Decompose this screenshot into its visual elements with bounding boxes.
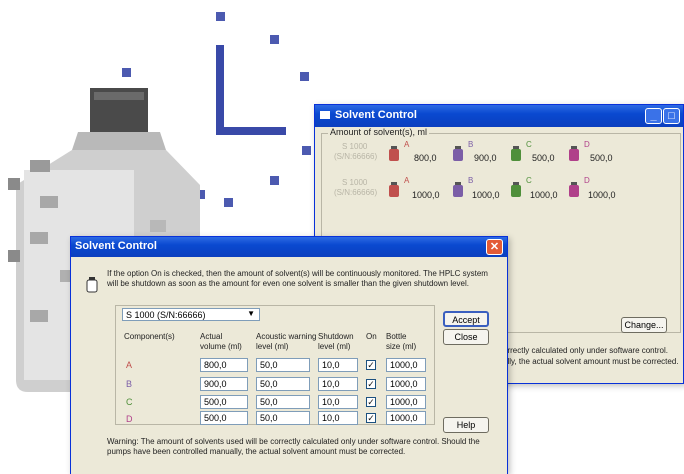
shutdown-level-a-field[interactable]: 10,0 xyxy=(318,358,358,372)
bottle-b-icon xyxy=(452,182,464,197)
amount-d: 500,0 xyxy=(590,153,613,163)
amount-d: 1000,0 xyxy=(588,190,616,200)
bottle-size-b-field[interactable]: 1000,0 xyxy=(386,377,426,391)
warning-level-b-field[interactable]: 50,0 xyxy=(256,377,310,391)
title-bar: Solvent Control ✕ xyxy=(71,237,507,257)
bottle-a-icon xyxy=(388,146,400,161)
maximize-button[interactable]: □ xyxy=(663,108,680,124)
window-icon xyxy=(320,111,330,119)
warning-level-d-field[interactable]: 50,0 xyxy=(256,411,310,425)
header-bottle-1: Bottle xyxy=(386,332,407,341)
bottle-icon xyxy=(85,277,99,298)
group-label: Amount of solvent(s), ml xyxy=(328,127,430,137)
component-letter-c: C xyxy=(126,397,133,407)
bottle-a-icon xyxy=(388,182,400,197)
header-actual-2: volume (ml) xyxy=(200,342,242,351)
bottle-c-icon xyxy=(510,146,522,161)
warning-level-c-field[interactable]: 50,0 xyxy=(256,395,310,409)
accept-button[interactable]: Accept xyxy=(443,311,489,327)
bottle-d-icon xyxy=(568,182,580,197)
header-on: On xyxy=(366,332,377,341)
actual-volume-c-field[interactable]: 500,0 xyxy=(200,395,248,409)
on-checkbox-d[interactable]: ✓ xyxy=(366,413,376,423)
header-warning-2: level (ml) xyxy=(256,342,289,351)
letter-b: B xyxy=(468,140,474,149)
minimize-button[interactable]: _ xyxy=(645,108,662,124)
window-title: Solvent Control xyxy=(75,240,157,252)
warning-text-line-2: pumps have been controlled manually, the… xyxy=(107,447,406,456)
amount-c: 500,0 xyxy=(532,153,555,163)
amount-a: 800,0 xyxy=(414,153,437,163)
device-name: S 1000 xyxy=(342,178,368,187)
header-warning-1: Acoustic warning xyxy=(256,332,317,341)
header-shutdown-2: level (ml) xyxy=(318,342,351,351)
component-letter-a: A xyxy=(126,360,133,370)
window-title: Solvent Control xyxy=(335,109,417,121)
on-checkbox-b[interactable]: ✓ xyxy=(366,379,376,389)
close-button[interactable]: ✕ xyxy=(486,239,503,255)
change-button[interactable]: Change... xyxy=(621,317,667,333)
letter-a: A xyxy=(404,140,410,149)
actual-volume-a-field[interactable]: 800,0 xyxy=(200,358,248,372)
header-component: Component(s) xyxy=(124,332,175,341)
warning-text-line-1: Warning: The amount of solvents used wil… xyxy=(107,437,480,446)
bottle-size-a-field[interactable]: 1000,0 xyxy=(386,358,426,372)
warning-fragment-1: orrectly calculated only under software … xyxy=(503,346,668,355)
actual-volume-b-field[interactable]: 900,0 xyxy=(200,377,248,391)
component-letter-d: D xyxy=(126,414,133,424)
info-text-line-1: If the option On is checked, then the am… xyxy=(107,269,488,278)
solvent-control-window-front: Solvent Control ✕ If the option On is ch… xyxy=(70,236,508,474)
warning-level-a-field[interactable]: 50,0 xyxy=(256,358,310,372)
device-select-value: S 1000 (S/N:66666) xyxy=(126,310,206,320)
header-actual-1: Actual xyxy=(200,332,223,341)
shutdown-level-d-field[interactable]: 10,0 xyxy=(318,411,358,425)
letter-c: C xyxy=(526,176,532,185)
warning-fragment-2: ally, the actual solvent amount must be … xyxy=(503,357,679,366)
chevron-down-icon: ▼ xyxy=(247,309,255,318)
device-name: S 1000 xyxy=(342,142,368,151)
component-letter-b: B xyxy=(126,379,133,389)
actual-volume-d-field[interactable]: 500,0 xyxy=(200,411,248,425)
letter-a: A xyxy=(404,176,410,185)
amount-c: 1000,0 xyxy=(530,190,558,200)
header-shutdown-1: Shutdown xyxy=(318,332,354,341)
letter-c: C xyxy=(526,140,532,149)
amount-b: 900,0 xyxy=(474,153,497,163)
close-dialog-button[interactable]: Close xyxy=(443,329,489,345)
components-group: S 1000 (S/N:66666) ▼ Component(s) Actual… xyxy=(115,305,435,425)
bottle-size-c-field[interactable]: 1000,0 xyxy=(386,395,426,409)
bottle-c-icon xyxy=(510,182,522,197)
on-checkbox-c[interactable]: ✓ xyxy=(366,397,376,407)
on-checkbox-a[interactable]: ✓ xyxy=(366,360,376,370)
amount-a: 1000,0 xyxy=(412,190,440,200)
bottle-d-icon xyxy=(568,146,580,161)
device-serial: (S/N:66666) xyxy=(334,152,378,161)
device-serial: (S/N:66666) xyxy=(334,188,378,197)
help-button[interactable]: Help xyxy=(443,417,489,433)
info-text-line-2: will be shutdown as soon as the amount f… xyxy=(107,279,469,288)
header-bottle-2: size (ml) xyxy=(386,342,417,351)
bottle-size-d-field[interactable]: 1000,0 xyxy=(386,411,426,425)
letter-d: D xyxy=(584,176,590,185)
shutdown-level-b-field[interactable]: 10,0 xyxy=(318,377,358,391)
device-select[interactable]: S 1000 (S/N:66666) ▼ xyxy=(122,308,260,321)
amount-b: 1000,0 xyxy=(472,190,500,200)
shutdown-level-c-field[interactable]: 10,0 xyxy=(318,395,358,409)
letter-b: B xyxy=(468,176,474,185)
bottle-b-icon xyxy=(452,146,464,161)
title-bar: Solvent Control _ □ xyxy=(315,105,683,127)
letter-d: D xyxy=(584,140,590,149)
